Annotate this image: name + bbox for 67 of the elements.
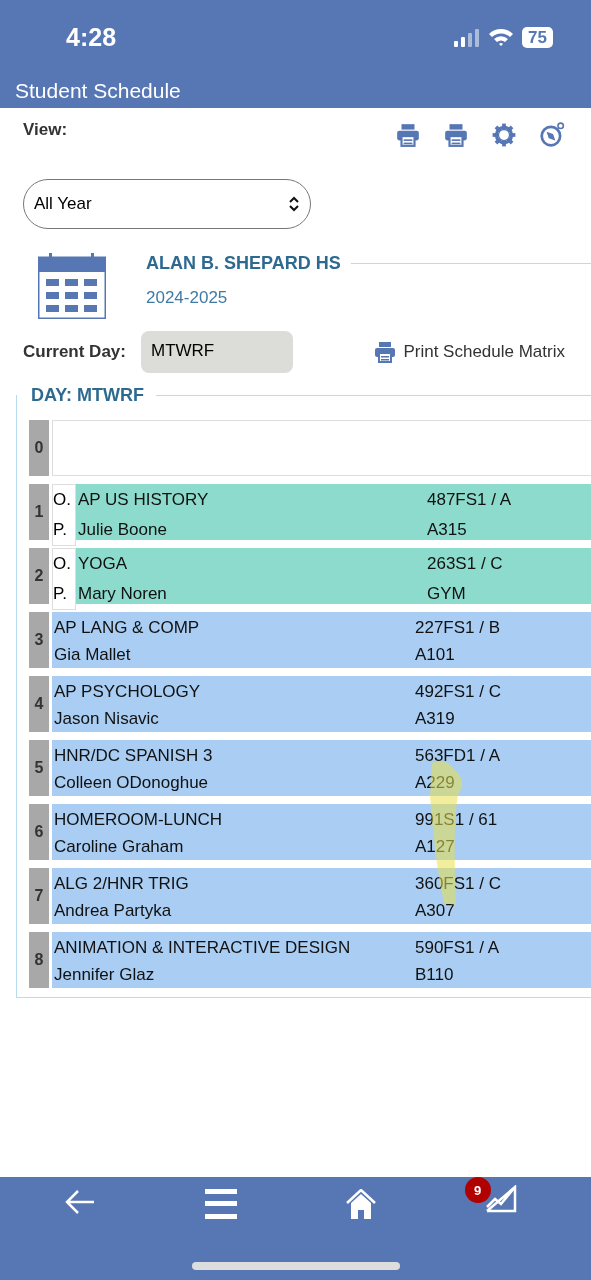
period-number: 3 — [29, 612, 49, 668]
teacher-name: Julie Boone — [78, 519, 168, 541]
section-code: 492FS1 / C — [415, 681, 502, 703]
printer-icon — [373, 340, 398, 364]
teacher-name: Andrea Partyka — [54, 900, 173, 922]
teacher-name: Colleen ODonoghue — [54, 772, 210, 794]
envelope-icon — [484, 1185, 517, 1213]
course-name: AP US HISTORY — [78, 489, 210, 511]
view-label: View: — [23, 120, 68, 141]
period-number: 6 — [29, 804, 49, 860]
period-marker: O. P. — [52, 484, 76, 546]
clock-time: 4:28 — [66, 23, 117, 52]
room-number: A319 — [415, 708, 456, 730]
course-name: HOMEROOM-LUNCH — [54, 809, 224, 831]
period-number: 2 — [29, 548, 49, 604]
section-code: 563FD1 / A — [415, 745, 502, 767]
current-day-field: MTWRF — [140, 331, 293, 373]
signal-icon — [454, 28, 481, 47]
period-number: 4 — [29, 676, 49, 732]
room-number: A127 — [415, 836, 456, 858]
teacher-name: Jennifer Glaz — [54, 964, 156, 986]
course-name: ANIMATION & INTERACTIVE DESIGN — [54, 937, 352, 959]
period-number: 8 — [29, 932, 49, 988]
chevron-updown-icon — [288, 196, 300, 212]
printer-icon — [395, 122, 421, 148]
room-number: A315 — [427, 519, 468, 541]
teacher-name: Caroline Graham — [54, 836, 185, 858]
settings-icon[interactable] — [491, 122, 517, 148]
section-code: 590FS1 / A — [415, 937, 501, 959]
teacher-name: Jason Nisavic — [54, 708, 160, 730]
unread-badge: 9 — [464, 1177, 491, 1203]
section-code: 227FS1 / B — [415, 617, 502, 639]
period-marker: O. P. — [52, 548, 76, 610]
room-number: B110 — [415, 964, 455, 986]
battery-level: 75 — [522, 27, 553, 48]
course-name: HNR/DC SPANISH 3 — [54, 745, 214, 767]
messages-button[interactable]: 9 — [464, 1177, 521, 1223]
teacher-name: Gia Mallet — [54, 644, 132, 666]
period-number: 0 — [29, 420, 49, 476]
course-name: ALG 2/HNR TRIG — [54, 873, 190, 895]
wifi-icon — [488, 28, 515, 47]
page-title: Student Schedule — [14, 78, 182, 103]
course-name: AP PSYCHOLOGY — [54, 681, 202, 703]
period-number: 1 — [29, 484, 49, 540]
compass-icon[interactable] — [539, 122, 565, 148]
current-day-label: Current Day: — [23, 342, 126, 362]
section-code: 991S1 / 61 — [415, 809, 499, 831]
section-code: 263S1 / C — [427, 553, 504, 575]
back-arrow-icon — [64, 1189, 97, 1215]
room-number: A101 — [415, 644, 456, 666]
room-number: A307 — [415, 900, 456, 922]
course-name: YOGA — [78, 553, 129, 575]
room-number: GYM — [427, 583, 467, 605]
term-select[interactable]: All Year — [23, 179, 311, 229]
menu-icon — [205, 1189, 238, 1219]
section-code: 360FS1 / C — [415, 873, 502, 895]
school-name: ALAN B. SHEPARD HS — [146, 253, 341, 274]
course-name: AP LANG & COMP — [54, 617, 201, 639]
printer-icon — [443, 122, 469, 148]
home-icon — [345, 1189, 376, 1219]
period-number: 7 — [29, 868, 49, 924]
section-code: 487FS1 / A — [427, 489, 513, 511]
print-matrix-link[interactable]: Print Schedule Matrix — [373, 340, 565, 364]
period-number: 5 — [29, 740, 49, 796]
calendar-icon — [38, 253, 106, 319]
teacher-name: Mary Noren — [78, 583, 168, 605]
school-year: 2024-2025 — [146, 288, 229, 308]
